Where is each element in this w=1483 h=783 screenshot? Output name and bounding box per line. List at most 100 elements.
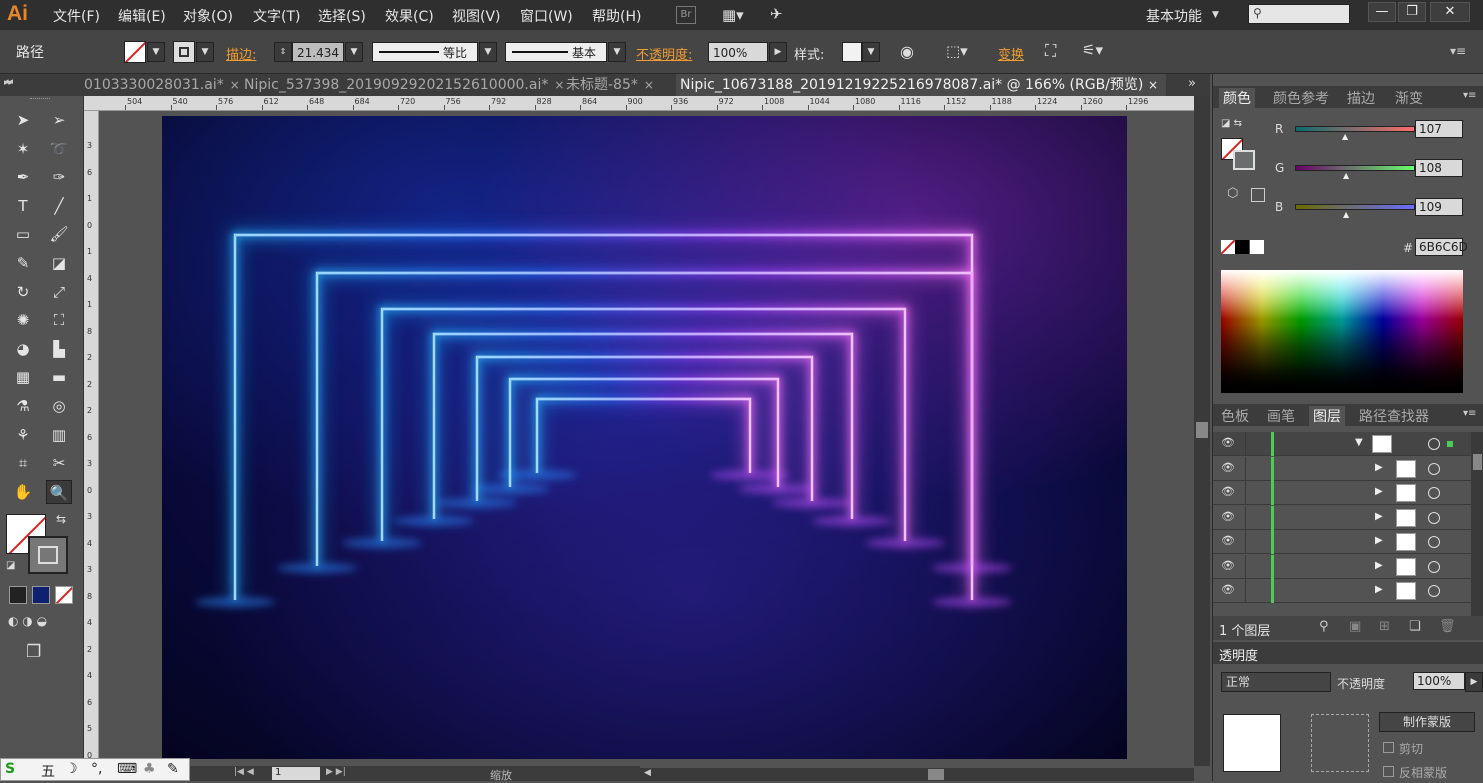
rectangle-icon[interactable]: ▭ (10, 222, 36, 246)
panel-menu-icon[interactable]: ▾≡ (1463, 90, 1476, 101)
chevron-down-icon[interactable]: ▼ (1212, 10, 1219, 20)
moon-icon[interactable]: ☽ (65, 761, 78, 777)
stroke-stepper[interactable]: ⇕ (274, 42, 292, 62)
menu-file[interactable]: 文件(F) (53, 6, 100, 26)
curvature-icon[interactable]: ✑ (46, 165, 72, 189)
color-spectrum[interactable] (1221, 270, 1463, 393)
line-icon[interactable]: ╱ (46, 194, 72, 218)
artboard-number-field[interactable]: 1 (272, 767, 320, 780)
draw-mode-icons[interactable]: ◐ ◑ ◒ (8, 614, 76, 632)
opacity-label[interactable]: 不透明度: (636, 44, 692, 63)
vertical-scrollbar[interactable] (1194, 96, 1210, 766)
close-icon[interactable]: × (644, 78, 654, 92)
profile-dropdown[interactable]: ▼ (479, 42, 497, 62)
menu-view[interactable]: 视图(V) (452, 6, 501, 26)
target-circle-icon[interactable] (1428, 511, 1440, 524)
selection-icon[interactable]: ➤ (10, 108, 36, 132)
opacity-dropdown[interactable]: ▶ (1465, 672, 1483, 692)
recolor-icon[interactable]: ◉ (900, 42, 914, 61)
style-dropdown[interactable]: ▼ (862, 42, 880, 62)
skin-icon[interactable]: ♣ (143, 761, 156, 777)
visibility-eye-icon[interactable]: 👁 (1221, 436, 1237, 450)
wrench-icon[interactable]: ✎ (167, 761, 179, 777)
ime-mode[interactable]: 五 (41, 761, 55, 781)
horizontal-scrollbar[interactable]: ◀ (640, 768, 1194, 781)
brush-dropdown[interactable]: ▼ (608, 42, 626, 62)
tab-brushes[interactable]: 画笔 (1267, 406, 1295, 426)
restore-button[interactable]: ❐ (1398, 2, 1426, 22)
white-swatch[interactable] (1250, 240, 1264, 254)
column-graph-icon[interactable]: ▥ (46, 423, 72, 447)
stroke-swatch[interactable] (173, 41, 195, 63)
default-colors-icon[interactable]: ◪ ⇆ (1221, 118, 1242, 129)
visibility-eye-icon[interactable]: 👁 (1221, 461, 1237, 475)
arrange-icon[interactable]: ⚟▾ (1082, 41, 1103, 59)
tab-layers[interactable]: 图层 (1309, 406, 1345, 426)
variable-width-profile[interactable]: 等比 (372, 42, 478, 62)
pencil-icon[interactable]: ✎ (10, 251, 36, 275)
new-layer-icon[interactable]: ❏ (1409, 619, 1421, 634)
visibility-eye-icon[interactable]: 👁 (1221, 559, 1237, 573)
menu-effect[interactable]: 效果(C) (385, 6, 434, 26)
sync-icon[interactable]: ✈ (770, 5, 796, 25)
cube-icon[interactable]: ⬡ (1227, 186, 1238, 201)
gradient-mode-icon[interactable] (32, 586, 50, 604)
color-mode-icon[interactable] (9, 586, 27, 604)
layer-row[interactable]: 👁 ▶ (1213, 481, 1471, 505)
tab-stroke[interactable]: 描边 (1347, 88, 1375, 108)
menu-select[interactable]: 选择(S) (318, 6, 366, 26)
tab-color[interactable]: 颜色 (1219, 88, 1255, 108)
b-slider[interactable] (1295, 204, 1415, 210)
panel-menu-icon[interactable]: ▾≡ (1450, 44, 1466, 58)
layer-row[interactable]: 👁 ▼ (1213, 432, 1471, 456)
tab-color-guide[interactable]: 颜色参考 (1273, 88, 1329, 108)
trash-icon[interactable]: 🗑 (1439, 619, 1456, 634)
bridge-icon[interactable]: Br (676, 6, 696, 24)
tab-doc-3[interactable]: 未标题-85* × (562, 74, 658, 96)
workspace-switcher[interactable]: 基本功能 (1146, 6, 1202, 26)
expand-right-icon[interactable]: ▶ (1375, 584, 1383, 595)
menu-object[interactable]: 对象(O) (183, 6, 233, 26)
target-circle-icon[interactable] (1428, 462, 1440, 475)
clip-checkbox[interactable] (1383, 742, 1394, 753)
isolate-icon[interactable]: ⛶ (1045, 41, 1056, 61)
transparency-title[interactable]: 透明度 (1219, 645, 1258, 664)
close-icon[interactable]: × (230, 78, 240, 92)
transparency-opacity-field[interactable]: 100% (1413, 672, 1465, 690)
warp-icon[interactable]: ✺ (10, 308, 36, 332)
expand-right-icon[interactable]: ▶ (1375, 462, 1383, 473)
expand-right-icon[interactable]: ▶ (1375, 560, 1383, 571)
opacity-dropdown[interactable]: ▶ (769, 42, 787, 62)
keyboard-icon[interactable]: ⌨ (117, 761, 137, 777)
layout-icon[interactable]: ▦▾ (722, 6, 752, 24)
selection-indicator[interactable] (1447, 441, 1453, 447)
hex-field[interactable]: 6B6C6D (1415, 238, 1468, 256)
type-icon[interactable]: T (10, 194, 36, 218)
graph-icon[interactable]: ▙ (46, 337, 72, 361)
r-slider-thumb[interactable]: ▲ (1342, 132, 1348, 141)
minimize-button[interactable]: — (1368, 2, 1396, 22)
fill-dropdown[interactable]: ▼ (147, 42, 165, 62)
style-swatch[interactable] (842, 42, 862, 62)
first-page-icon[interactable]: |◀ ◀ (234, 767, 254, 777)
none-swatch[interactable] (1221, 240, 1235, 254)
punctuation-icon[interactable]: °, (91, 761, 102, 777)
visibility-eye-icon[interactable]: 👁 (1221, 583, 1237, 597)
stroke-dropdown[interactable]: ▼ (196, 42, 214, 62)
lasso-icon[interactable]: ➰ (46, 137, 72, 161)
g-slider[interactable] (1295, 165, 1415, 171)
visibility-eye-icon[interactable]: 👁 (1221, 534, 1237, 548)
g-slider-thumb[interactable]: ▲ (1343, 171, 1349, 180)
panel-menu-icon[interactable]: ▾≡ (1463, 408, 1476, 419)
stroke-weight-label[interactable]: 描边: (226, 44, 256, 63)
tab-pathfinder[interactable]: 路径查找器 (1359, 406, 1429, 426)
g-value-field[interactable]: 108 (1415, 159, 1463, 177)
expand-right-icon[interactable]: ▶ (1375, 486, 1383, 497)
tab-doc-2[interactable]: Nipic_537398_20190929202152610000.ai* × (240, 74, 568, 96)
symbol-sprayer-icon[interactable]: ⚘ (10, 423, 36, 447)
brush-icon[interactable]: 🖌 (46, 222, 72, 246)
more-tabs-icon[interactable]: » (1188, 76, 1196, 91)
align-icon[interactable]: ⬚▾ (946, 42, 968, 60)
toolbox-grip[interactable] (30, 98, 50, 101)
stroke-weight-field[interactable]: 21.434 (292, 42, 344, 62)
